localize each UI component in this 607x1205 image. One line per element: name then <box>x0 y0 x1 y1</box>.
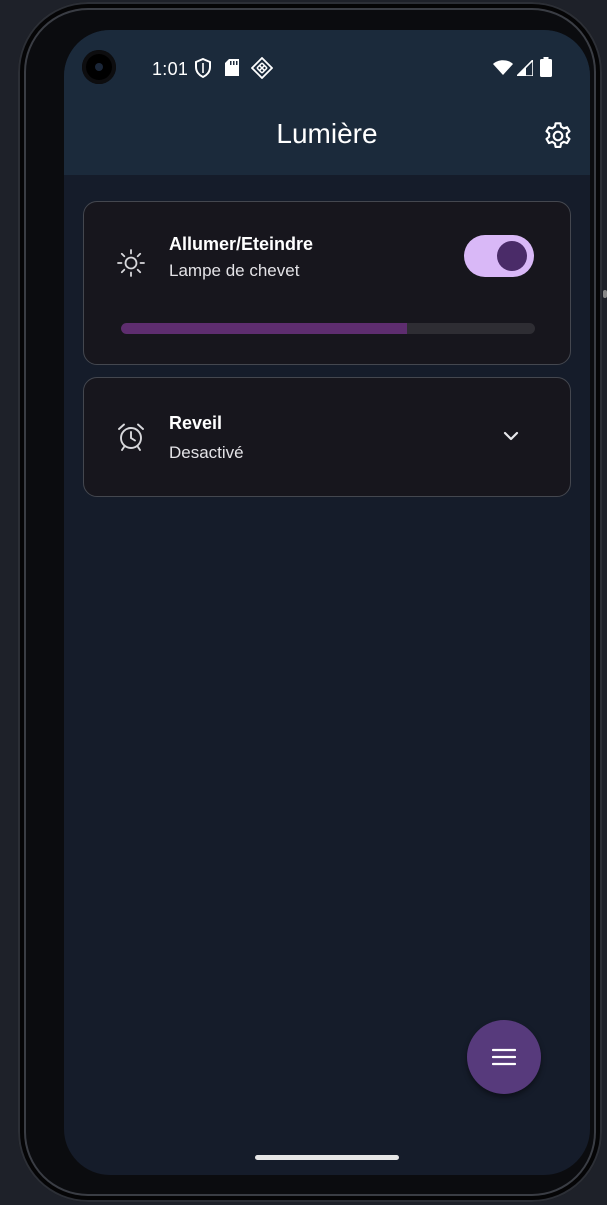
power-title: Allumer/Eteindre <box>169 234 314 254</box>
slider-fill <box>121 323 407 334</box>
power-card: Allumer/Eteindre Lampe de chevet <box>83 201 571 365</box>
alarm-subtitle: Desactivé <box>169 443 244 462</box>
side-button <box>603 290 607 298</box>
toggle-thumb <box>497 241 527 271</box>
status-bar: 1:01 <box>64 30 590 100</box>
alarm-card[interactable]: Reveil Desactivé <box>83 377 571 497</box>
wifi-icon <box>493 60 513 75</box>
power-subtitle: Lampe de chevet <box>169 261 300 280</box>
page-title: Lumière <box>276 118 378 149</box>
alarm-clock-icon <box>118 423 144 451</box>
shield-icon <box>195 58 211 78</box>
brightness-slider[interactable] <box>121 323 535 334</box>
alarm-title: Reveil <box>169 413 223 433</box>
status-time: 1:01 <box>152 59 189 79</box>
gear-icon[interactable] <box>542 120 574 152</box>
sd-card-icon <box>225 59 239 76</box>
brightness-icon <box>117 249 145 277</box>
chevron-down-icon[interactable] <box>503 430 519 442</box>
power-toggle[interactable] <box>464 235 534 277</box>
menu-fab[interactable] <box>467 1020 541 1094</box>
screen: 1:01 Lumière Allumer/Eteindre Lampe de c… <box>64 30 590 1175</box>
battery-icon <box>540 57 552 77</box>
cell-signal-icon <box>517 60 533 76</box>
phone-frame: 1:01 Lumière Allumer/Eteindre Lampe de c… <box>18 2 602 1202</box>
app-bar: Lumière <box>64 100 590 175</box>
front-camera <box>82 50 116 84</box>
home-indicator[interactable] <box>255 1155 399 1160</box>
diamond-grid-icon <box>251 57 273 79</box>
menu-icon <box>492 1048 516 1066</box>
